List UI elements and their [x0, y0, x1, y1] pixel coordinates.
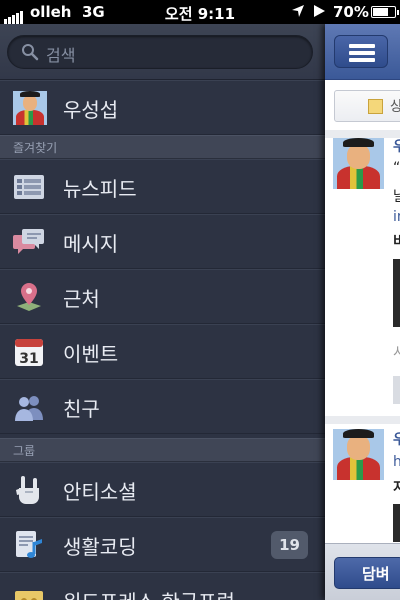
sidebar-item-events[interactable]: 31 이벤트: [0, 324, 325, 379]
post-link[interactable]: in: [393, 209, 400, 225]
post-text-line: 지: [393, 480, 400, 496]
avatar: [13, 91, 47, 125]
news-feed-panel[interactable]: 상 우 “ 날 in 비 시 우 h 지 담벼: [325, 24, 400, 600]
write-button-label: 담벼: [362, 565, 390, 583]
note-icon: [368, 99, 383, 114]
post-meta: 시: [393, 345, 400, 361]
profile-name: 우성섭: [63, 98, 119, 122]
menu-toggle-button[interactable]: [334, 35, 388, 68]
sidebar-item-group-wordpress[interactable]: 워드프레스 한국포럼: [0, 572, 325, 600]
location-icon: [291, 4, 305, 22]
rock-hand-icon: [16, 476, 39, 504]
feed-navbar: [325, 24, 400, 80]
music-doc-icon: [16, 531, 42, 558]
post-action-bar[interactable]: [393, 376, 400, 404]
post-author-name[interactable]: 우: [393, 136, 400, 156]
section-header-label: 그룹: [13, 444, 36, 458]
sidebar-item-label: 메시지: [63, 232, 119, 256]
battery-percent: 70%: [333, 3, 369, 21]
status-bar: olleh 3G 오전 9:11 70%: [0, 0, 400, 24]
battery-fill: [373, 8, 388, 16]
search-icon: [22, 44, 39, 61]
sidebar-item-news-feed[interactable]: 뉴스피드: [0, 159, 325, 214]
calendar-day-number: 31: [19, 351, 38, 367]
write-on-wall-button[interactable]: 담벼: [334, 557, 400, 589]
status-update-button[interactable]: 상: [334, 90, 400, 122]
section-header-groups: 그룹: [0, 438, 325, 462]
news-feed-icon: [14, 175, 44, 199]
post-image[interactable]: [393, 259, 400, 327]
post-link[interactable]: h: [393, 454, 400, 470]
feed-divider: [325, 130, 400, 138]
sidebar-item-group-antisocial[interactable]: 안티소셜: [0, 462, 325, 517]
post-image[interactable]: [393, 504, 400, 542]
sidebar-item-label: 안티소셜: [63, 480, 137, 504]
sidebar-item-label: 근처: [63, 287, 100, 311]
search-placeholder: 검색: [46, 46, 76, 65]
post-text-line: “: [393, 160, 400, 176]
post-text-line: 날: [393, 189, 400, 205]
sidebar-item-label: 이벤트: [63, 342, 119, 366]
notification-count-badge: 19: [271, 531, 308, 559]
feed-bottom-bar: 담벼: [325, 543, 400, 600]
sidebar-menu: 검색 우성섭 즐겨찾기 뉴스피드 메시지 근처 31 이벤트 친구 그룹 안티소…: [0, 24, 325, 600]
post-author-name[interactable]: 우: [393, 429, 400, 449]
messages-icon: [13, 229, 44, 254]
sidebar-item-profile[interactable]: 우성섭: [0, 80, 325, 135]
sidebar-item-label: 생활코딩: [63, 535, 137, 559]
nearby-pin-icon: [17, 283, 41, 311]
battery-icon: [371, 6, 399, 18]
section-header-favorites: 즐겨찾기: [0, 135, 325, 159]
calendar-icon: 31: [15, 339, 43, 367]
feed-divider: [325, 416, 400, 424]
post-author-avatar[interactable]: [333, 429, 384, 480]
sidebar-item-messages[interactable]: 메시지: [0, 214, 325, 269]
sidebar-item-label: 친구: [63, 397, 100, 421]
section-header-label: 즐겨찾기: [13, 141, 58, 155]
search-input[interactable]: 검색: [7, 35, 313, 69]
post-author-avatar[interactable]: [333, 138, 384, 189]
search-bar: 검색: [0, 24, 325, 80]
group-folder-icon: [15, 591, 43, 600]
friends-icon: [15, 396, 43, 421]
status-button-label: 상: [390, 99, 400, 115]
sidebar-item-label: 워드프레스 한국포럼: [63, 586, 235, 600]
sidebar-item-nearby[interactable]: 근처: [0, 269, 325, 324]
play-icon: [312, 4, 326, 22]
post-text-line: 비: [393, 234, 400, 250]
sidebar-item-label: 뉴스피드: [63, 177, 137, 201]
sidebar-item-friends[interactable]: 친구: [0, 379, 325, 434]
sidebar-item-group-coding[interactable]: 생활코딩 19: [0, 517, 325, 572]
